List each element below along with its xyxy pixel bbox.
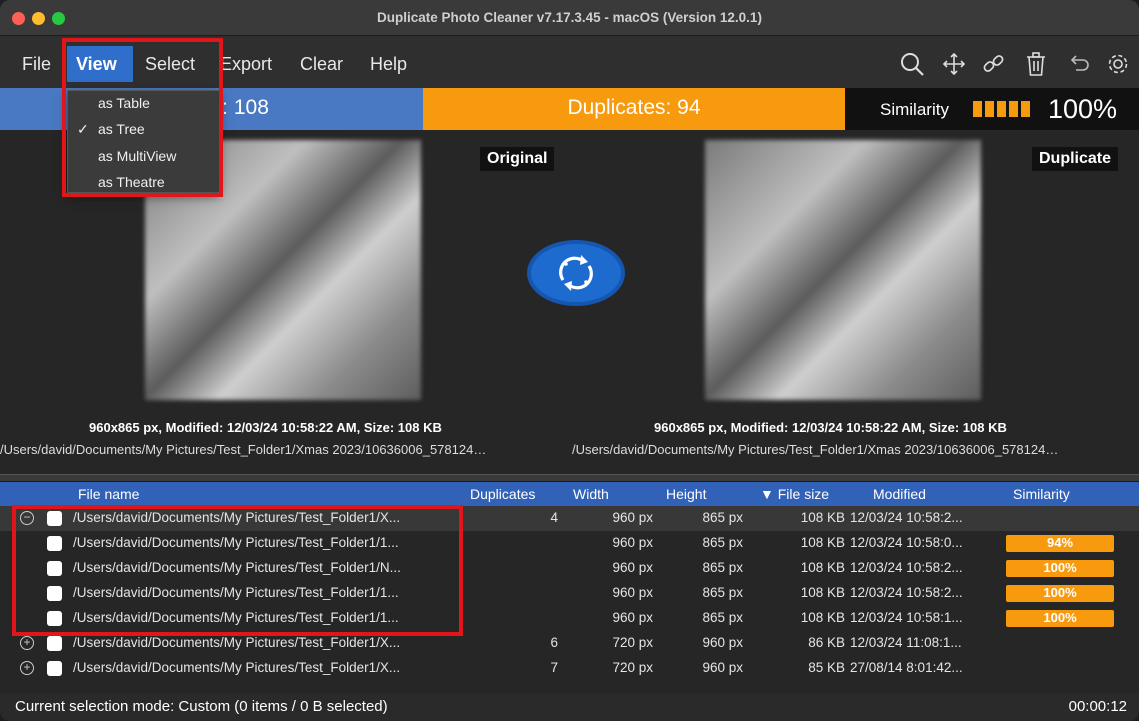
search-icon[interactable]: [898, 50, 926, 78]
similarity-meter: [973, 101, 1035, 117]
cell-modified: 12/03/24 11:08:1...: [850, 635, 962, 650]
cell-file-size: 86 KB: [808, 635, 845, 650]
original-tag: Original: [480, 147, 555, 171]
status-bar: Current selection mode: Custom (0 items …: [0, 693, 1139, 721]
col-similarity[interactable]: Similarity: [1013, 486, 1070, 502]
cell-width: 720 px: [612, 660, 653, 675]
similarity-meter-bar: [985, 101, 994, 117]
duplicate-info: 960x865 px, Modified: 12/03/24 10:58:22 …: [654, 420, 1007, 435]
splitter[interactable]: [0, 474, 1139, 482]
cell-similarity-badge: 100%: [1006, 560, 1114, 577]
similarity-panel: Similarity 100%: [845, 88, 1139, 130]
cell-width: 720 px: [612, 635, 653, 650]
cell-modified: 12/03/24 10:58:2...: [850, 585, 963, 600]
status-text: Current selection mode: Custom (0 items …: [15, 698, 388, 715]
annotation-highlight-menu: [62, 38, 223, 197]
cell-similarity-badge: 94%: [1006, 535, 1114, 552]
similarity-meter-bar: [997, 101, 1006, 117]
table-row[interactable]: + /Users/david/Documents/My Pictures/Test…: [0, 656, 1139, 681]
undo-icon[interactable]: [1064, 50, 1092, 78]
menu-file[interactable]: File: [14, 50, 59, 79]
expand-icon[interactable]: +: [20, 636, 34, 650]
cell-file-name: /Users/david/Documents/My Pictures/Test_…: [73, 660, 401, 675]
cell-file-size: 108 KB: [800, 560, 845, 575]
cell-modified: 12/03/24 10:58:2...: [850, 510, 963, 525]
link-icon[interactable]: [980, 50, 1008, 78]
expand-icon[interactable]: +: [20, 661, 34, 675]
original-info: 960x865 px, Modified: 12/03/24 10:58:22 …: [89, 420, 442, 435]
cell-modified: 12/03/24 10:58:2...: [850, 560, 963, 575]
col-file-name[interactable]: File name: [78, 486, 139, 502]
similarity-meter-bar: [973, 101, 982, 117]
cell-height: 865 px: [702, 560, 743, 575]
col-duplicates[interactable]: Duplicates: [470, 486, 535, 502]
title-bar: Duplicate Photo Cleaner v7.17.3.45 - mac…: [0, 0, 1139, 36]
col-file-size[interactable]: ▼ File size: [760, 486, 829, 502]
cell-height: 960 px: [702, 635, 743, 650]
trash-icon[interactable]: [1022, 50, 1050, 78]
cell-duplicates: 4: [550, 510, 558, 525]
duplicate-photo[interactable]: [705, 140, 981, 400]
cell-width: 960 px: [612, 585, 653, 600]
table-header: File name Duplicates Width Height ▼ File…: [0, 482, 1139, 506]
cell-height: 865 px: [702, 510, 743, 525]
cell-width: 960 px: [612, 510, 653, 525]
cell-duplicates: 6: [550, 635, 558, 650]
cell-width: 960 px: [612, 610, 653, 625]
menu-clear[interactable]: Clear: [292, 50, 351, 79]
duplicates-count: Duplicates: 94: [567, 96, 701, 119]
original-path: /Users/david/Documents/My Pictures/Test_…: [0, 442, 487, 457]
cell-modified: 12/03/24 10:58:1...: [850, 610, 963, 625]
cell-height: 960 px: [702, 660, 743, 675]
swap-button[interactable]: [525, 238, 627, 308]
cell-file-size: 85 KB: [808, 660, 845, 675]
cell-duplicates: 7: [550, 660, 558, 675]
cell-width: 960 px: [612, 560, 653, 575]
duplicate-path: /Users/david/Documents/My Pictures/Test_…: [572, 442, 1059, 457]
col-modified[interactable]: Modified: [873, 486, 926, 502]
annotation-highlight-rows: [12, 505, 463, 636]
move-icon[interactable]: [940, 50, 968, 78]
cell-height: 865 px: [702, 585, 743, 600]
similarity-meter-bar: [1009, 101, 1018, 117]
cell-file-name: /Users/david/Documents/My Pictures/Test_…: [73, 635, 401, 650]
cell-width: 960 px: [612, 535, 653, 550]
cell-file-size: 108 KB: [800, 535, 845, 550]
cell-file-size: 108 KB: [800, 585, 845, 600]
col-width[interactable]: Width: [573, 486, 609, 502]
gear-icon[interactable]: [1104, 50, 1132, 78]
cell-file-size: 108 KB: [800, 510, 845, 525]
cell-modified: 12/03/24 10:58:0...: [850, 535, 963, 550]
cell-file-size: 108 KB: [800, 610, 845, 625]
status-timer: 00:00:12: [1068, 698, 1127, 715]
row-checkbox[interactable]: [47, 661, 62, 676]
cell-height: 865 px: [702, 535, 743, 550]
row-checkbox[interactable]: [47, 636, 62, 651]
similarity-meter-bar: [1021, 101, 1030, 117]
duplicate-tag: Duplicate: [1032, 147, 1119, 171]
menu-help[interactable]: Help: [362, 50, 415, 79]
cell-modified: 27/08/14 8:01:42...: [850, 660, 963, 675]
cell-height: 865 px: [702, 610, 743, 625]
col-height[interactable]: Height: [666, 486, 706, 502]
cell-similarity-badge: 100%: [1006, 610, 1114, 627]
cell-similarity-badge: 100%: [1006, 585, 1114, 602]
window-title: Duplicate Photo Cleaner v7.17.3.45 - mac…: [377, 10, 762, 25]
duplicates-count-panel: Duplicates: 94: [423, 88, 845, 130]
similarity-label: Similarity: [880, 100, 949, 119]
similarity-value: 100%: [1048, 94, 1118, 124]
app-window: Duplicate Photo Cleaner v7.17.3.45 - mac…: [0, 0, 1139, 721]
